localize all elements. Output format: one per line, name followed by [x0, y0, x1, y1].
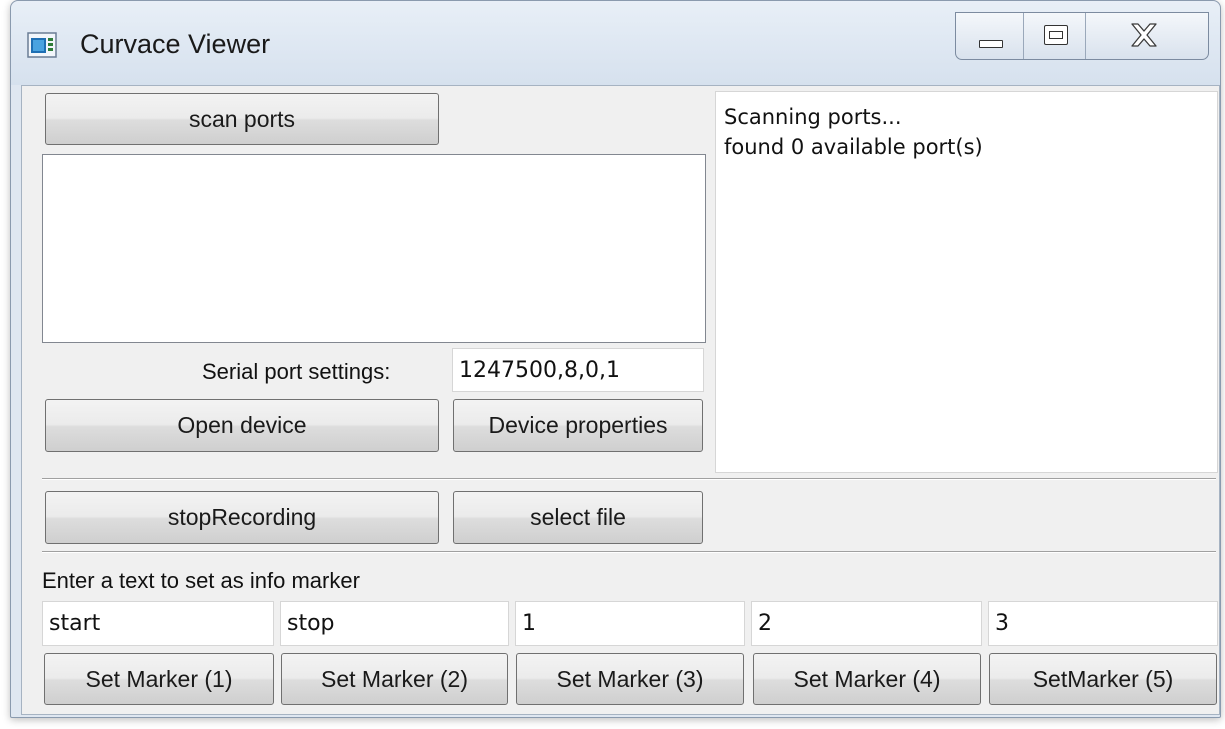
serial-settings-input[interactable]: 1247500,8,0,1	[452, 348, 704, 392]
log-line: found 0 available port(s)	[724, 135, 983, 159]
device-properties-button[interactable]: Device properties	[453, 399, 703, 452]
marker-text-input-1[interactable]: start	[42, 601, 274, 646]
client-area: scan ports Scanning ports... found 0 ava…	[21, 85, 1220, 715]
app-window: Curvace Viewer scan ports Scanning ports…	[10, 0, 1221, 718]
set-marker-1-button[interactable]: Set Marker (1)	[44, 653, 274, 705]
window-controls	[955, 12, 1209, 60]
minimize-icon	[979, 40, 1003, 48]
minimize-button[interactable]	[956, 13, 1024, 59]
scan-ports-button[interactable]: scan ports	[45, 93, 439, 145]
log-line: Scanning ports...	[724, 105, 902, 129]
set-marker-4-button[interactable]: Set Marker (4)	[753, 653, 981, 705]
maximize-button[interactable]	[1024, 13, 1086, 59]
set-marker-3-button[interactable]: Set Marker (3)	[516, 653, 744, 705]
log-output: Scanning ports... found 0 available port…	[715, 91, 1218, 473]
marker-text-input-4[interactable]: 2	[751, 601, 982, 646]
marker-text-input-3[interactable]: 1	[515, 601, 745, 646]
separator	[42, 551, 1216, 553]
marker-prompt-label: Enter a text to set as info marker	[42, 568, 360, 593]
marker-text-input-2[interactable]: stop	[280, 601, 509, 646]
close-button[interactable]	[1086, 13, 1208, 59]
select-file-button[interactable]: select file	[453, 491, 703, 544]
separator	[42, 478, 1216, 480]
window-title: Curvace Viewer	[80, 29, 271, 59]
open-device-button[interactable]: Open device	[45, 399, 439, 452]
title-bar[interactable]: Curvace Viewer	[11, 1, 1220, 85]
ports-list[interactable]	[42, 154, 706, 343]
marker-text-input-5[interactable]: 3	[988, 601, 1218, 646]
maximize-icon	[1044, 25, 1068, 45]
stop-recording-button[interactable]: stopRecording	[45, 491, 439, 544]
serial-settings-label: Serial port settings:	[202, 359, 391, 384]
app-window-icon	[27, 32, 57, 58]
close-icon	[1131, 23, 1157, 47]
set-marker-2-button[interactable]: Set Marker (2)	[281, 653, 508, 705]
set-marker-5-button[interactable]: SetMarker (5)	[989, 653, 1217, 705]
